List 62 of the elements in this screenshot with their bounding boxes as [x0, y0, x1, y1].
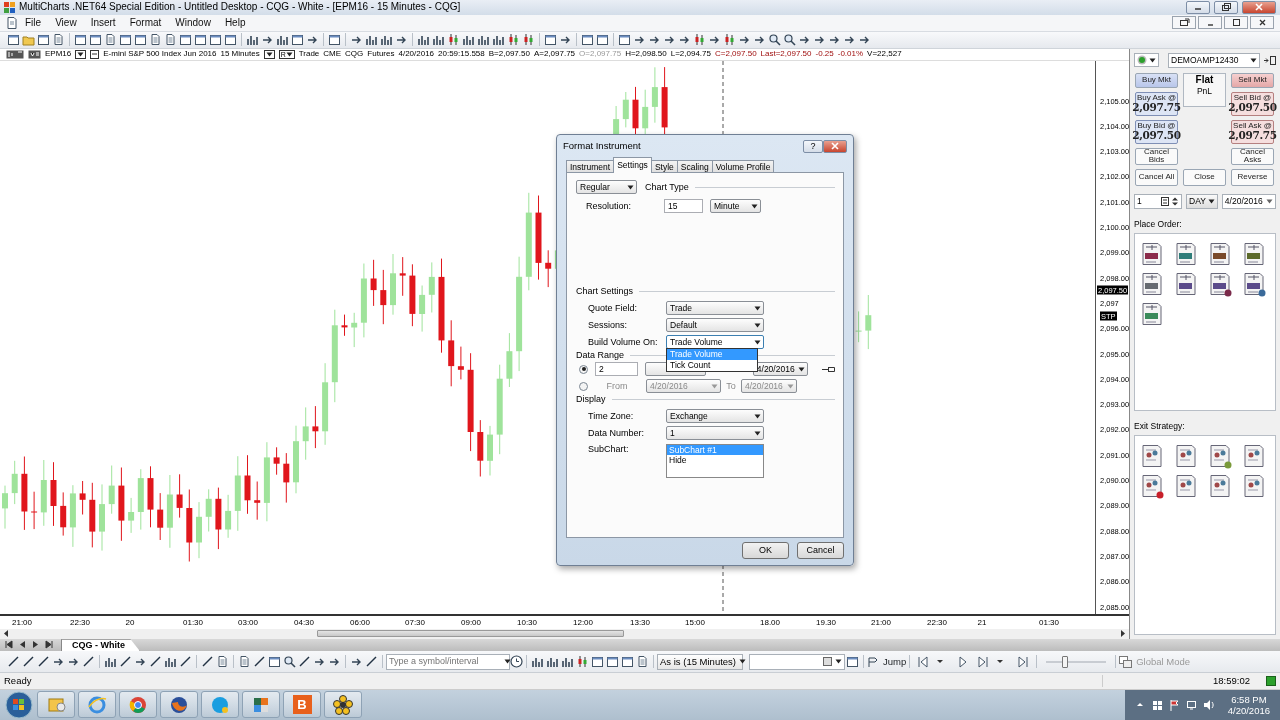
time-axis-label: 07:30 — [405, 617, 425, 628]
time-axis-label: 20 — [125, 617, 135, 628]
dialog-title: Format Instrument — [563, 140, 642, 152]
section-label: Chart Settings — [576, 286, 634, 297]
time-axis-label: 01:30 — [1039, 617, 1059, 628]
chart-info-field: Last=2,097.50 — [760, 49, 812, 59]
chart-info-field: Futures — [367, 49, 395, 59]
section-label: Chart Type — [645, 181, 689, 193]
interval-label: 15 Minutes — [220, 49, 260, 59]
time-axis-label: 15:00 — [685, 617, 705, 628]
chart-info-field: C=2,097.50 — [715, 49, 757, 59]
time-axis-label: 21 — [977, 617, 987, 628]
symbol-label: EPM16 — [45, 49, 72, 59]
status-text: Ready — [4, 675, 33, 687]
clock-time: 6:58 PM — [1231, 693, 1267, 705]
time-axis-label: 18.00 — [760, 617, 780, 628]
field-label: To — [725, 380, 737, 392]
field-label: Quote Field: — [588, 302, 639, 314]
chart-info-field: V=22,527 — [867, 49, 902, 59]
chart-info-field: -0.25 — [815, 49, 834, 59]
field-label: Data Number: — [588, 427, 646, 439]
time-axis-label: 06:00 — [350, 617, 370, 628]
time-axis-label: 10:30 — [517, 617, 537, 628]
time-axis-label: 22:30 — [927, 617, 947, 628]
time-axis-label: 19.30 — [816, 617, 836, 628]
chart-info-field: CME — [323, 49, 342, 59]
chart-info-field: 4/20/2016 — [398, 49, 435, 59]
field-label: Time Zone: — [588, 410, 635, 422]
field-label: From — [605, 380, 629, 392]
section-label: Data Range — [576, 350, 625, 361]
time-axis-label: 09:00 — [461, 617, 481, 628]
time-axis-label: 03:00 — [238, 617, 258, 628]
time-axis-label: 12:00 — [573, 617, 593, 628]
field-label: Build Volume On: — [588, 336, 659, 348]
exit-strategy-label: Exit Strategy: — [1134, 420, 1186, 431]
time-axis-label: 21:00 — [12, 617, 32, 628]
field-label: SubChart: — [588, 444, 630, 456]
chart-info-field: A=2,097.75 — [533, 49, 576, 59]
chart-info-field: B=2,097.50 — [488, 49, 530, 59]
time-axis-label: 21:00 — [871, 617, 891, 628]
time-axis-label: 04:30 — [294, 617, 314, 628]
chart-info-field: -0.01% — [837, 49, 864, 59]
time-axis-label: 13:30 — [630, 617, 650, 628]
chart-info-field: 20:59:15.558 — [438, 49, 485, 59]
instrument-description: E-mini S&P 500 Index Jun 2016 — [103, 49, 217, 59]
chart-info-field: CQG — [345, 49, 364, 59]
pnl-label: PnL — [1196, 85, 1213, 96]
time-axis-label: 01:30 — [183, 617, 203, 628]
section-label: Display — [576, 394, 606, 405]
clock-date: 4/20/2016 — [1227, 704, 1270, 717]
quote-field-label: Trade — [298, 49, 320, 59]
time-axis-label: 22:30 — [70, 617, 90, 628]
position-status: Flat — [1195, 73, 1214, 86]
status-time: 18:59:02 — [1102, 675, 1250, 687]
chart-info-field: H=2,098.50 — [625, 49, 667, 59]
field-label: Sessions: — [588, 319, 629, 331]
chart-info-field: L=2,094.75 — [670, 49, 711, 59]
chart-info-field: O=2,097.75 — [579, 49, 622, 59]
window-title: MultiCharts .NET64 Special Edition - Untitled Desktop - CQG - White - [EPM16 - 15 Minutes - CQG] — [19, 1, 462, 14]
app-letter-icon: B — [292, 695, 312, 715]
place-order-label: Place Order: — [1134, 218, 1183, 229]
field-label: Resolution: — [586, 200, 633, 212]
